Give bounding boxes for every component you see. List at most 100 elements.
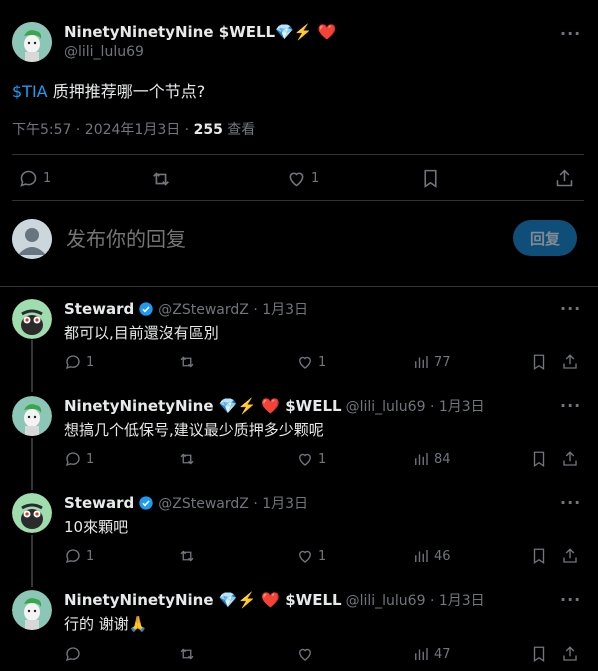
reply-count: 1 (43, 171, 52, 186)
like-count: 1 (318, 548, 327, 564)
heart-icon (299, 648, 311, 661)
retweet-icon (180, 550, 194, 562)
share-icon (563, 354, 577, 369)
like-button[interactable]: 1 (286, 168, 319, 189)
author-handle[interactable]: @lili_lulu69 (64, 44, 144, 60)
reply-handle[interactable]: @lili_lulu69 · 1月3日 (346, 396, 485, 416)
views-icon (415, 648, 428, 660)
post-meta: 下午5:57 · 2024年1月3日 · 255 查看 (12, 119, 255, 139)
views-count: 255 (193, 122, 223, 138)
reply-retweet-button[interactable] (178, 645, 200, 663)
heart-icon (299, 356, 311, 369)
reply-header: Steward @ZStewardZ · 1月3日 (64, 493, 308, 513)
views-count: 84 (434, 451, 451, 467)
reply-author-name[interactable]: NinetyNinetyNine 💎⚡️ ❤️ $WELL (64, 591, 342, 609)
reply-button[interactable]: 1 (18, 168, 51, 189)
bookmark-button[interactable] (420, 168, 441, 189)
reply-bookmark-button[interactable] (530, 450, 548, 468)
reply-text: 想搞几个低保号,建议最少质押多少颗呢 (64, 421, 324, 439)
reply-input[interactable] (66, 224, 486, 254)
retweet-icon (180, 453, 194, 465)
bookmark-icon (533, 646, 545, 663)
reply-reply-button[interactable]: 1 (64, 547, 94, 565)
share-icon (563, 646, 577, 661)
verified-badge-icon (139, 302, 153, 316)
reply-icon (20, 170, 37, 187)
reply-submit-label: 回复 (529, 229, 560, 248)
reply-retweet-button[interactable] (178, 547, 200, 565)
reply-avatar[interactable] (12, 299, 52, 339)
thread-connector (31, 340, 33, 392)
reply-like-button[interactable]: 1 (296, 547, 326, 565)
reply-text: 行的 谢谢🙏 (64, 615, 148, 633)
reply-handle[interactable]: @lili_lulu69 · 1月3日 (346, 590, 485, 610)
reply-avatar[interactable] (12, 590, 52, 630)
divider (12, 200, 584, 201)
reply-views-button[interactable]: 47 (412, 645, 451, 663)
retweet-button[interactable] (150, 168, 172, 190)
heart-icon (289, 172, 304, 187)
current-user-avatar (12, 219, 52, 259)
bookmark-icon (533, 354, 545, 371)
reply-like-button[interactable]: 1 (296, 353, 326, 371)
reply-bookmark-button[interactable] (530, 645, 548, 663)
views-count: 77 (434, 354, 451, 370)
reply-bookmark-button[interactable] (530, 353, 548, 371)
post-body: 质押推荐哪一个节点? (52, 82, 206, 101)
like-count: 1 (311, 171, 320, 186)
share-button[interactable] (554, 168, 575, 189)
heart-icon (299, 453, 311, 466)
reply-avatar[interactable] (12, 493, 52, 533)
reply-reply-button[interactable]: 1 (64, 450, 94, 468)
reply-icon (65, 549, 80, 564)
views-icon (415, 550, 428, 562)
more-options-icon[interactable]: ··· (560, 590, 581, 609)
divider (0, 286, 598, 287)
reply-retweet-button[interactable] (178, 353, 200, 371)
reply-handle[interactable]: @ZStewardZ · 1月3日 (158, 299, 308, 319)
retweet-icon (153, 172, 169, 186)
cashtag-link[interactable]: $TIA (12, 82, 48, 101)
views-label: 查看 (222, 122, 256, 138)
reply-views-button[interactable]: 46 (412, 547, 451, 565)
reply-views-button[interactable]: 77 (412, 353, 451, 371)
reply-share-button[interactable] (561, 645, 579, 663)
reply-reply-button[interactable]: 1 (64, 353, 94, 371)
share-icon (563, 548, 577, 563)
reply-header: NinetyNinetyNine 💎⚡️ ❤️ $WELL @lili_lulu… (64, 396, 485, 416)
reply-views-button[interactable]: 84 (412, 450, 451, 468)
thread-connector (31, 535, 33, 587)
reply-author-name[interactable]: Steward (64, 494, 134, 512)
more-options-icon[interactable]: ··· (560, 299, 581, 318)
like-count: 1 (318, 354, 327, 370)
post-timestamp[interactable]: 下午5:57 · 2024年1月3日 · (12, 122, 194, 138)
reply-handle[interactable]: @ZStewardZ · 1月3日 (158, 493, 308, 513)
post-text: $TIA 质押推荐哪一个节点? (12, 78, 205, 102)
divider (12, 154, 584, 155)
reply-header: Steward @ZStewardZ · 1月3日 (64, 299, 308, 319)
reply-icon (65, 647, 80, 662)
reply-share-button[interactable] (561, 450, 579, 468)
reply-retweet-button[interactable] (178, 450, 200, 468)
share-icon (556, 169, 573, 187)
reply-text: 10來顆吧 (64, 518, 129, 536)
more-options-icon[interactable]: ··· (560, 396, 581, 415)
reply-like-button[interactable]: 1 (296, 450, 326, 468)
reply-share-button[interactable] (561, 353, 579, 371)
reply-author-name[interactable]: Steward (64, 300, 134, 318)
author-name[interactable]: NinetyNinetyNine $WELL💎⚡️ ❤️ (64, 23, 336, 41)
more-options-icon[interactable]: ··· (560, 24, 581, 43)
more-options-icon[interactable]: ··· (560, 493, 581, 512)
reply-share-button[interactable] (561, 547, 579, 565)
reply-author-name[interactable]: NinetyNinetyNine 💎⚡️ ❤️ $WELL (64, 397, 342, 415)
reply-count: 1 (86, 548, 95, 564)
reply-like-button[interactable] (296, 645, 318, 663)
bookmark-icon (424, 169, 437, 188)
views-count: 47 (434, 646, 451, 662)
reply-reply-button[interactable] (64, 645, 86, 663)
reply-avatar[interactable] (12, 396, 52, 436)
reply-icon (65, 452, 80, 467)
author-avatar[interactable] (12, 22, 52, 62)
reply-bookmark-button[interactable] (530, 547, 548, 565)
reply-submit-button[interactable]: 回复 (513, 220, 577, 256)
